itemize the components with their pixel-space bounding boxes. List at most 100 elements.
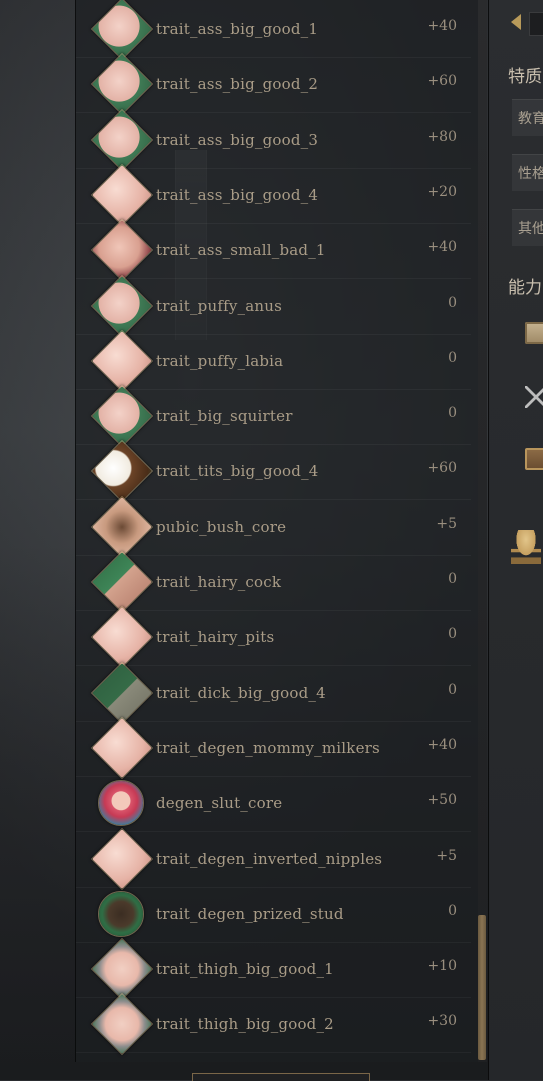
icon-art xyxy=(93,553,151,611)
trait-name: trait_puffy_anus xyxy=(156,296,282,315)
icon-art xyxy=(93,663,151,722)
icon-art xyxy=(99,781,143,826)
anatomy-icon xyxy=(90,274,154,337)
icon-art xyxy=(93,55,151,114)
trait-name: trait_hairy_pits xyxy=(156,628,275,647)
thigh-icon xyxy=(90,993,154,1056)
trait-score: 0 xyxy=(448,294,457,311)
trait-name: degen_slut_core xyxy=(156,794,283,813)
icon-art xyxy=(93,276,151,335)
collapse-arrow-icon[interactable] xyxy=(511,14,521,30)
trait-row[interactable]: trait_degen_mommy_milkers +40 xyxy=(76,716,471,780)
traits-heading: 特质 xyxy=(508,67,542,87)
trait-score: +10 xyxy=(427,958,457,975)
trait-list-panel[interactable]: trait_ass_big_good_1 +40 trait_ass_big_goo… xyxy=(75,0,478,1062)
other-label: 其他 xyxy=(518,221,543,237)
anatomy-icon xyxy=(90,384,154,448)
trait-row[interactable]: trait_big_squirter 0 xyxy=(76,384,471,448)
trait-score: +5 xyxy=(436,847,457,864)
breasts-icon xyxy=(90,716,154,780)
crossed-swords-icon[interactable] xyxy=(525,386,543,408)
trait-row[interactable]: trait_puffy_anus 0 xyxy=(76,274,471,337)
trait-score: +60 xyxy=(427,460,457,477)
abilities-heading: 能力 xyxy=(508,278,542,298)
buttocks-icon xyxy=(90,163,154,227)
trait-row[interactable]: trait_degen_prized_stud 0 xyxy=(76,887,471,943)
trait-score: +20 xyxy=(427,183,457,200)
thigh-icon xyxy=(90,937,154,1001)
personality-label: 性格 xyxy=(518,166,543,182)
trait-row[interactable]: trait_thigh_big_good_1 +10 xyxy=(76,937,471,1001)
trait-name: trait_dick_big_good_4 xyxy=(156,683,326,702)
icon-art xyxy=(93,110,151,169)
trait-row[interactable]: trait_puffy_labia 0 xyxy=(76,329,471,392)
trait-score: +60 xyxy=(427,73,457,90)
scrollbar-track[interactable] xyxy=(478,0,487,1062)
icon-art xyxy=(93,829,151,888)
trait-row[interactable]: trait_degen_inverted_nipples +5 xyxy=(76,827,471,890)
trait-row[interactable]: trait_ass_big_good_2 +60 xyxy=(76,53,471,116)
trait-name: trait_degen_prized_stud xyxy=(156,904,344,923)
icon-art xyxy=(99,891,143,936)
trait-row[interactable]: trait_thigh_big_good_2 +30 xyxy=(76,993,471,1056)
icon-art xyxy=(93,995,151,1054)
trophy-icon[interactable] xyxy=(511,530,541,564)
icon-art xyxy=(93,497,151,556)
icon-art xyxy=(93,331,151,390)
trait-row[interactable]: trait_ass_big_good_4 +20 xyxy=(76,163,471,227)
icon-art xyxy=(93,718,151,777)
trait-row[interactable]: pubic_bush_core +5 xyxy=(76,495,471,558)
icon-art xyxy=(93,387,151,446)
trait-name: trait_tits_big_good_4 xyxy=(156,462,319,481)
trait-score: +80 xyxy=(427,128,457,145)
trait-row[interactable]: trait_ass_small_bad_1 +40 xyxy=(76,219,471,282)
trait-row[interactable]: trait_ass_big_good_3 +80 xyxy=(76,108,471,171)
trait-name: trait_ass_small_bad_1 xyxy=(156,241,326,260)
trait-row[interactable]: trait_hairy_cock 0 xyxy=(76,550,471,614)
trait-name: trait_degen_inverted_nipples xyxy=(156,849,383,868)
arm-icon xyxy=(90,550,154,614)
buttocks-icon xyxy=(90,53,154,116)
icon-art xyxy=(93,0,151,58)
trait-score: 0 xyxy=(448,681,457,698)
trait-score: +30 xyxy=(427,1013,457,1030)
breasts-icon xyxy=(90,827,154,890)
trait-name: trait_puffy_labia xyxy=(156,351,284,370)
trait-row[interactable]: trait_dick_big_good_4 0 xyxy=(76,661,471,724)
trait-score: 0 xyxy=(448,405,457,422)
torso-icon xyxy=(90,606,154,669)
trait-name: trait_degen_mommy_milkers xyxy=(156,738,380,757)
trait-name: trait_ass_big_good_2 xyxy=(156,75,319,94)
icon-art xyxy=(93,221,151,280)
trait-score: 0 xyxy=(448,571,457,587)
trait-name: trait_ass_big_good_4 xyxy=(156,185,319,204)
trait-name: trait_thigh_big_good_2 xyxy=(156,1015,334,1034)
portrait-icon xyxy=(98,780,144,827)
treasure-chest-icon[interactable] xyxy=(525,448,543,470)
buttocks-icon xyxy=(90,219,154,282)
icon-art xyxy=(93,165,151,224)
trait-name: trait_thigh_big_good_1 xyxy=(156,960,334,979)
trait-score: 0 xyxy=(448,626,457,643)
trait-score: 0 xyxy=(448,902,457,919)
panel-tab[interactable] xyxy=(529,12,543,36)
trait-score: +40 xyxy=(427,736,457,753)
trait-score: +40 xyxy=(427,18,457,34)
buttocks-icon xyxy=(90,0,154,61)
trait-name: trait_big_squirter xyxy=(156,407,293,426)
trait-row[interactable]: degen_slut_core +50 xyxy=(76,776,471,833)
education-label: 教育 xyxy=(518,111,543,127)
scroll-icon[interactable] xyxy=(525,322,543,344)
trait-score: +50 xyxy=(427,792,457,809)
trait-score: +5 xyxy=(436,515,457,532)
pubic-hair-icon xyxy=(90,495,154,558)
icon-art xyxy=(93,608,151,667)
bull-icon xyxy=(98,890,144,937)
scrollbar-thumb[interactable] xyxy=(478,915,486,1060)
buttocks-icon xyxy=(90,108,154,171)
trait-row[interactable]: trait_hairy_pits 0 xyxy=(76,606,471,669)
trait-row[interactable]: trait_ass_big_good_1 +40 xyxy=(76,0,471,61)
trait-name: trait_ass_big_good_3 xyxy=(156,130,319,149)
trait-row[interactable]: trait_tits_big_good_4 +60 xyxy=(76,440,471,503)
coconut-icon xyxy=(90,440,154,503)
